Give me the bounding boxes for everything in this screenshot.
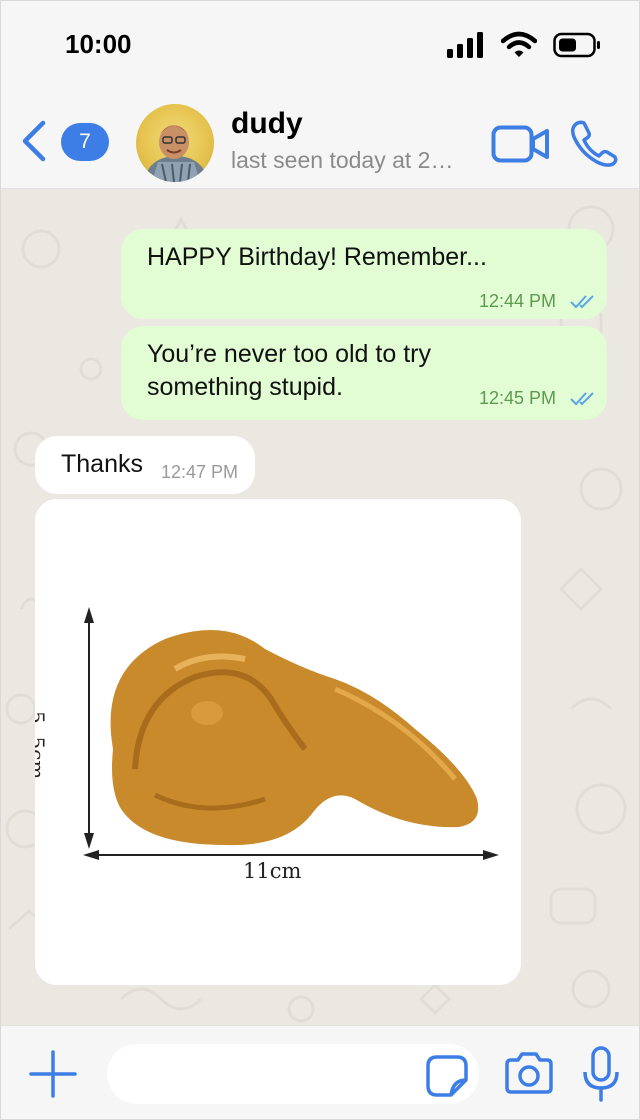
chat-messages-area[interactable]: HAPPY Birthday! Remember... 12:44 PM You… [1,189,639,1025]
incoming-message[interactable]: Thanks 12:47 PM [35,436,255,494]
attach-button[interactable] [29,1050,77,1103]
sticker-button[interactable] [425,1054,469,1103]
incoming-image-message[interactable]: 5. 5cm 11cm [35,499,521,985]
message-text: You’re never too old to try something st… [147,338,431,404]
phone-icon [570,120,618,167]
chat-header: 7 dudy last seen today at 2… [1,89,639,189]
chat-screen: 10:00 7 dudy last seen today at 2… HAPPY… [0,0,640,1120]
outgoing-message[interactable]: HAPPY Birthday! Remember... 12:44 PM [121,229,607,319]
read-receipt-icon [570,295,594,309]
contact-last-seen: last seen today at 2… [231,147,454,173]
status-icons [447,31,601,59]
video-call-button[interactable] [491,125,551,168]
chevron-left-icon [22,120,46,162]
message-text-line: You’re never too old to try [147,340,431,368]
battery-icon [553,32,600,58]
signal-icon [447,32,483,58]
message-input[interactable] [107,1044,479,1104]
avatar[interactable] [136,104,214,182]
contact-photo [146,125,206,182]
message-image [35,499,521,985]
image-height-label: 5. 5cm [35,711,49,780]
message-text-line: something stupid. [147,373,343,401]
voice-message-button[interactable] [581,1046,621,1107]
contact-name[interactable]: dudy [231,107,303,141]
unread-count-badge[interactable]: 7 [61,123,109,161]
camera-button[interactable] [503,1052,555,1099]
read-receipt-icon [570,392,594,406]
image-width-label: 11cm [243,859,302,883]
status-bar: 10:00 [1,1,639,89]
voice-call-button[interactable] [569,119,619,172]
status-time: 10:00 [65,29,132,59]
microphone-icon [583,1046,619,1102]
message-time: 12:45 PM [479,388,557,408]
video-camera-icon [491,125,549,163]
plus-icon [29,1050,77,1098]
camera-icon [505,1052,553,1094]
message-time: 12:47 PM [161,462,239,482]
wifi-icon [501,31,537,57]
message-text: Thanks [61,450,143,478]
back-button[interactable] [19,119,51,163]
message-text: HAPPY Birthday! Remember... [147,243,487,271]
outgoing-message[interactable]: You’re never too old to try something st… [121,326,607,420]
sticker-icon [426,1055,468,1097]
message-composer [1,1025,639,1119]
message-time: 12:44 PM [479,291,557,311]
